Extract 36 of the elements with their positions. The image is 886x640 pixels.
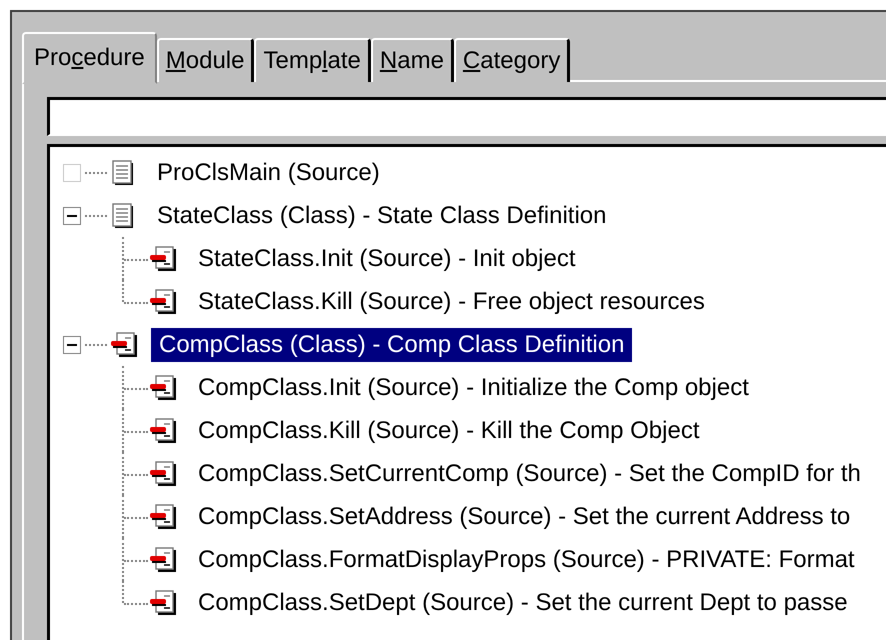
collapse-icon[interactable] [63, 336, 81, 354]
method-icon [150, 590, 176, 616]
tab[interactable]: Category [454, 38, 570, 82]
method-icon [150, 546, 176, 572]
tab[interactable]: Name [370, 38, 454, 82]
method-icon [150, 246, 176, 272]
tree-item[interactable]: StateClass.Init (Source) - Init object [190, 242, 584, 276]
tree-item[interactable]: CompClass.Init (Source) - Initialize the Comp object [190, 370, 757, 404]
search-field[interactable] [47, 97, 886, 136]
tree-item[interactable]: StateClass.Kill (Source) - Free object resources [190, 284, 713, 318]
tree-item[interactable]: CompClass.FormatDisplayProps (Source) - PRIVATE: Format [190, 542, 863, 576]
method-icon [150, 504, 176, 530]
tree-connector-line [122, 366, 150, 409]
tree-connector-line [122, 495, 150, 538]
tree-connector-line [122, 237, 150, 280]
document-icon [111, 202, 135, 228]
tree-item[interactable]: CompClass (Class) - Comp Class Definition [151, 328, 632, 362]
tree-connector-line [122, 409, 150, 452]
method-icon [111, 332, 137, 358]
tree-item[interactable]: CompClass.SetAddress (Source) - Set the current Address to [190, 500, 858, 534]
method-icon [150, 374, 176, 400]
tab[interactable]: Procedure [22, 32, 157, 84]
tree-item[interactable]: CompClass.Kill (Source) - Kill the Comp Object [190, 414, 708, 448]
tab[interactable]: Template [254, 38, 371, 82]
method-icon [150, 288, 176, 314]
tab[interactable]: Module [156, 38, 254, 82]
tree-item[interactable]: StateClass (Class) - State Class Definition [149, 198, 614, 232]
tree-connector-line [122, 452, 150, 495]
tree-connector-line [122, 538, 150, 581]
tree-item[interactable]: CompClass.SetCurrentComp (Source) - Set the CompID for th [190, 456, 869, 490]
tree-item[interactable]: ProClsMain (Source) [149, 156, 388, 190]
document-icon [111, 160, 135, 186]
collapse-icon[interactable] [63, 206, 81, 224]
tree-item[interactable]: CompClass.SetDept (Source) - Set the current Dept to passe [190, 586, 856, 620]
method-icon [150, 418, 176, 444]
method-icon [150, 460, 176, 486]
